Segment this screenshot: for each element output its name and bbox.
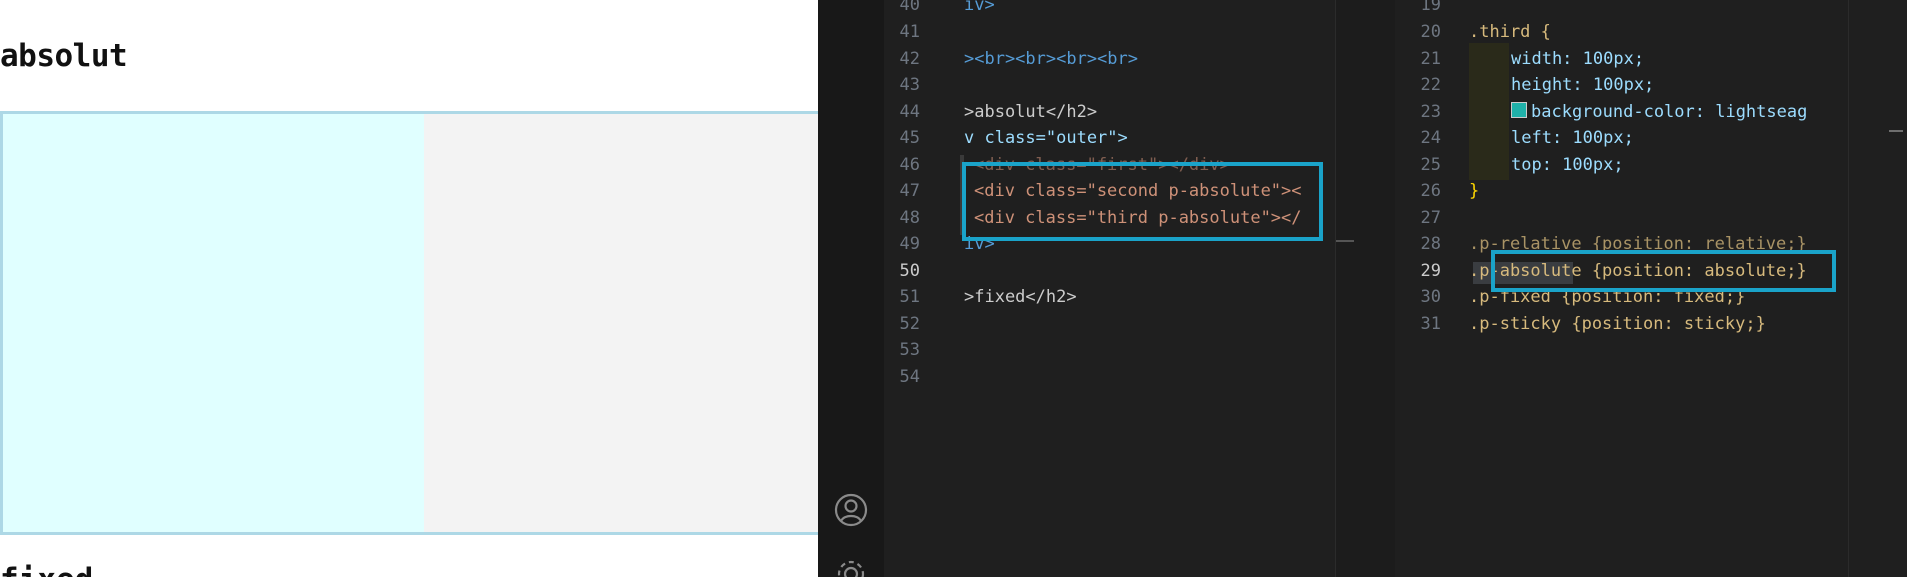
line-number: 30 [1420,287,1441,307]
outer-div [0,111,818,535]
scroll-marker [1336,240,1354,242]
css-rule-third: .third { [1469,22,1551,42]
heading-absolut: absolut [0,38,128,74]
line-number: 44 [899,102,920,122]
line-number: 23 [1420,102,1441,122]
line-number: 40 [899,0,920,15]
line-number: 43 [899,75,920,95]
code-line: ><br><br><br><br> [964,49,1138,69]
line-number: 24 [1420,128,1441,148]
browser-preview: absolut fixed [0,0,818,577]
code-line: .p-sticky {position: sticky;} [1469,314,1766,334]
code-line: height: 100px; [1511,75,1655,95]
line-number: 54 [899,367,920,387]
code-line: width: 100px; [1511,49,1645,69]
line-number: 41 [899,22,920,42]
line-number: 48 [899,208,920,228]
code-line: top: 100px; [1511,155,1624,175]
line-number: 20 [1420,22,1441,42]
code-line: left: 100px; [1511,128,1634,148]
minimap[interactable] [1848,0,1907,577]
line-number: 19 [1420,0,1441,15]
code-line: >fixed</h2> [964,287,1077,307]
line-number: 27 [1420,208,1441,228]
color-swatch[interactable] [1511,102,1527,118]
line-number: 53 [899,340,920,360]
code-line: >absolut</h2> [964,102,1098,122]
editor-pane-html[interactable]: 40 41 42 43 44 45 46 47 48 49 50 51 52 5… [884,0,1335,577]
code-line: v class="outer"> [964,128,1128,148]
line-number-active: 50 [899,261,920,281]
line-number: 52 [899,314,920,334]
line-number: 42 [899,49,920,69]
code-line: } [1469,181,1480,201]
code-line: iv> [964,0,995,15]
line-number: 49 [899,234,920,254]
pane-divider[interactable] [1335,0,1396,577]
line-number: 26 [1420,181,1441,201]
line-number: 45 [899,128,920,148]
gear-icon[interactable] [834,557,868,577]
indent-guide [1469,43,1509,180]
line-number: 51 [899,287,920,307]
code-editor: 40 41 42 43 44 45 46 47 48 49 50 51 52 5… [818,0,1907,577]
heading-fixed: fixed [0,562,93,577]
line-number: 46 [899,155,920,175]
activity-bar [818,0,885,577]
highlight-box-divs [962,162,1323,241]
line-number: 28 [1420,234,1441,254]
code-line: background-color: lightseag [1511,102,1807,122]
line-number-active: 29 [1420,261,1441,281]
line-number: 31 [1420,314,1441,334]
first-div [3,114,424,532]
highlight-box-p-absolute [1491,250,1836,292]
minimap-marker [1889,130,1903,132]
code-line: .third { [1469,22,1551,42]
line-number: 25 [1420,155,1441,175]
css-bg-color: background-color: lightseag [1531,102,1808,122]
line-number: 21 [1420,49,1441,69]
account-icon[interactable] [833,492,869,528]
line-number: 22 [1420,75,1441,95]
line-number: 47 [899,181,920,201]
